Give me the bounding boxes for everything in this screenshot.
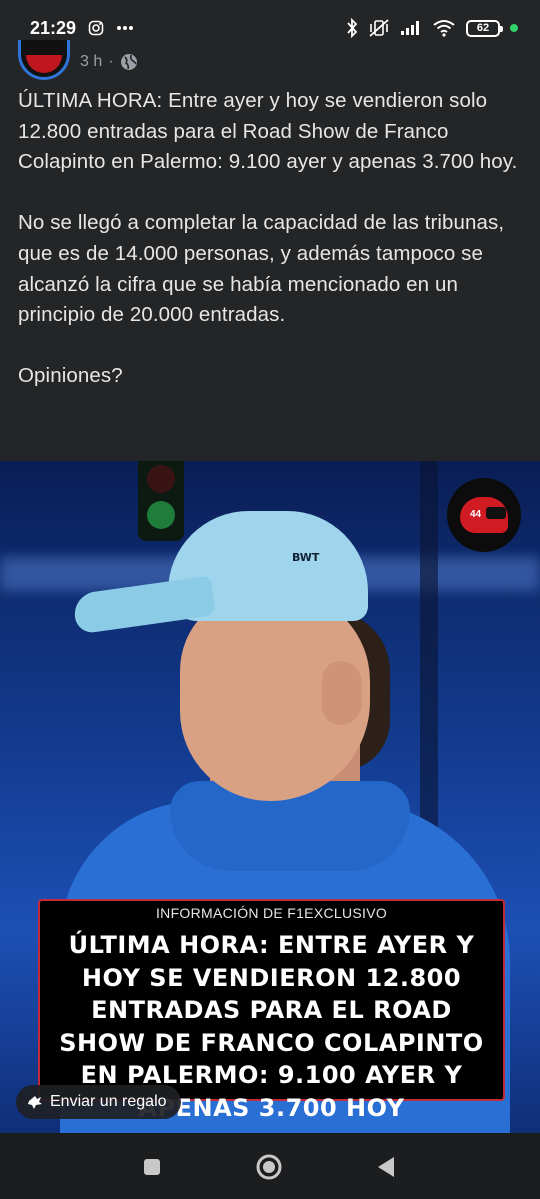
news-banner: INFORMACIÓN DE F1EXCLUSIVO ÚLTIMA HORA: … — [38, 899, 505, 1122]
banner-source: INFORMACIÓN DE F1EXCLUSIVO — [155, 905, 388, 921]
home-button[interactable] — [255, 1153, 283, 1181]
instagram-icon — [88, 20, 104, 36]
recent-apps-button[interactable] — [138, 1153, 166, 1181]
privacy-indicator-dot — [510, 24, 518, 32]
page-avatar[interactable] — [18, 40, 70, 80]
globe-icon — [120, 53, 138, 71]
back-button[interactable] — [372, 1153, 400, 1181]
signal-icon — [400, 20, 422, 36]
helmet-icon: 44 — [460, 497, 508, 533]
system-nav-bar — [0, 1133, 540, 1199]
wifi-icon — [432, 19, 456, 37]
status-right: 62 — [346, 18, 518, 38]
meta-separator: · — [108, 53, 114, 70]
post-time[interactable]: 3 h — [80, 53, 102, 71]
status-time: 21:29 — [30, 17, 77, 38]
post-paragraph: ÚLTIMA HORA: Entre ayer y hoy se vendier… — [18, 89, 518, 174]
send-gift-button[interactable]: Enviar un regalo — [16, 1085, 181, 1119]
post-image[interactable]: BWT 44 INFORMACIÓN DE F1EXCLUSIVO ÚLTIMA… — [0, 461, 540, 1133]
battery-level: 62 — [476, 22, 490, 34]
post-meta: 3 h · — [80, 53, 138, 71]
battery-icon: 62 — [466, 19, 503, 37]
cap-logo: BWT — [292, 551, 320, 564]
helmet-number: 44 — [470, 509, 482, 520]
send-gift-label: Enviar un regalo — [50, 1093, 167, 1110]
post-paragraph: No se llegó a completar la capacidad de … — [18, 211, 505, 327]
mute-vibrate-icon — [368, 18, 390, 38]
post-paragraph: Opiniones? — [18, 364, 123, 388]
bluetooth-icon — [346, 18, 358, 38]
gift-icon — [26, 1093, 44, 1111]
more-icon — [116, 25, 134, 31]
status-left: 21:29 — [30, 18, 134, 39]
post-header: 3 h · — [18, 40, 138, 80]
post-text: ÚLTIMA HORA: Entre ayer y hoy se vendier… — [18, 86, 526, 423]
channel-logo: 44 — [447, 478, 521, 552]
